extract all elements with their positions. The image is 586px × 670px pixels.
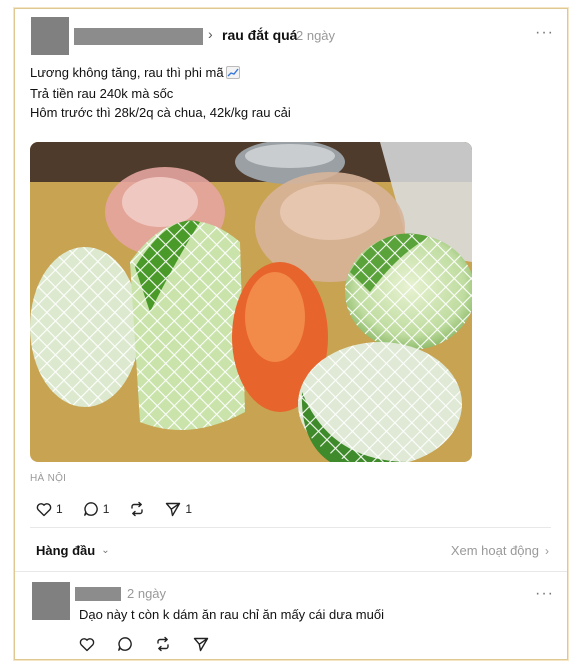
post-line-2: Trả tiền rau 240k mà sốc <box>30 86 174 101</box>
heart-icon <box>79 637 95 651</box>
post-line-1: Lương không tăng, rau thì phi mã <box>30 65 224 80</box>
send-icon <box>166 502 181 517</box>
reply-body: Dạo này t còn k dám ăn rau chỉ ăn mấy cá… <box>79 607 384 622</box>
post-body: Lương không tăng, rau thì phi mã Trả tiề… <box>30 63 291 122</box>
comment-bubble-icon <box>83 502 98 516</box>
reply-username-redacted[interactable] <box>75 587 121 601</box>
post-card: › rau đắt quá 2 ngày ··· Lương không tăn… <box>14 8 568 660</box>
post-actions: 1 1 1 <box>36 501 212 517</box>
share-count: 1 <box>185 502 193 516</box>
repost-button[interactable] <box>129 501 145 517</box>
comment-count: 1 <box>102 502 110 516</box>
like-count: 1 <box>56 502 63 516</box>
avatar[interactable] <box>31 17 69 55</box>
reply-repost-button[interactable] <box>155 636 171 652</box>
username-redacted[interactable] <box>74 28 203 45</box>
divider <box>15 571 567 572</box>
view-activity-link[interactable]: Xem hoạt động › <box>451 543 549 558</box>
topic-tag[interactable]: rau đắt quá <box>222 27 297 43</box>
send-icon <box>193 637 209 652</box>
reply-like-button[interactable] <box>79 637 95 652</box>
chevron-down-icon: ⌄ <box>101 545 110 556</box>
sort-label: Hàng đầu <box>36 543 96 558</box>
activity-label: Xem hoạt động <box>450 543 539 558</box>
reply-timestamp: 2 ngày <box>127 586 167 601</box>
post-photo[interactable] <box>30 142 472 462</box>
reply-share-button[interactable] <box>193 636 209 652</box>
vegetables-image <box>30 142 472 462</box>
heart-icon <box>36 502 52 516</box>
repost-icon <box>131 501 144 517</box>
repost-icon <box>157 636 169 652</box>
reply-actions <box>79 636 229 652</box>
divider <box>30 527 551 528</box>
comment-button[interactable]: 1 <box>83 501 110 517</box>
chevron-right-icon: › <box>545 543 549 558</box>
chevron-right-icon: › <box>208 26 213 42</box>
reply-avatar[interactable] <box>32 582 70 620</box>
reply-comment-button[interactable] <box>117 636 133 652</box>
chart-increasing-icon <box>225 65 240 84</box>
post-line-3: Hôm trước thì 28k/2q cà chua, 42k/kg rau… <box>30 105 291 120</box>
post-timestamp: 2 ngày <box>296 28 336 43</box>
share-button[interactable]: 1 <box>165 501 192 517</box>
location-label[interactable]: HÀ NỘI <box>30 473 66 484</box>
more-options-icon[interactable]: ··· <box>535 24 554 42</box>
sort-dropdown[interactable]: Hàng đầu ⌄ <box>36 543 110 558</box>
reply-more-options-icon[interactable]: ··· <box>535 585 554 603</box>
comment-bubble-icon <box>118 637 132 651</box>
like-button[interactable]: 1 <box>36 502 63 517</box>
